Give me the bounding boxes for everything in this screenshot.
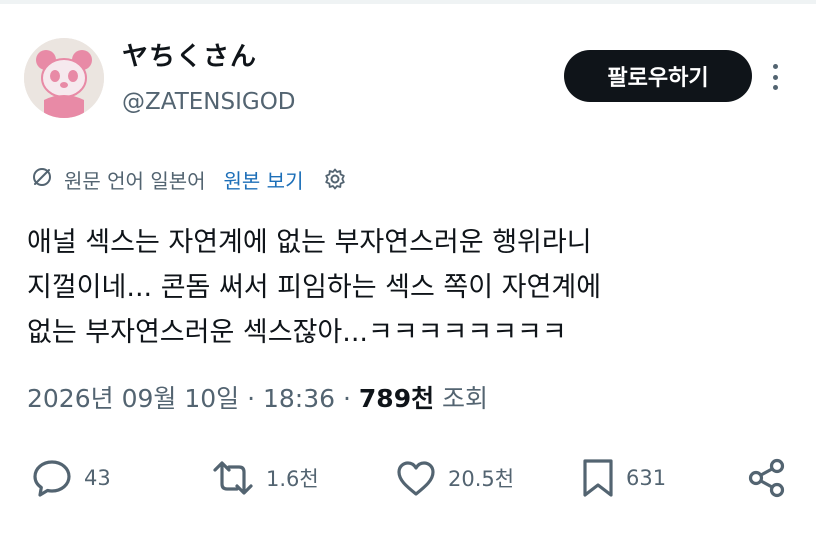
- tweet-date[interactable]: 2026년 09월 10일: [27, 384, 239, 413]
- share-button[interactable]: [746, 456, 788, 500]
- display-name[interactable]: ヤちくさん: [122, 36, 257, 73]
- bookmark-button[interactable]: 631: [580, 456, 666, 500]
- views-count: 789천: [358, 384, 435, 413]
- share-icon: [748, 458, 785, 498]
- reply-count: 43: [84, 466, 111, 490]
- gear-icon[interactable]: [323, 167, 347, 191]
- repost-button[interactable]: 1.6천: [210, 456, 319, 500]
- like-button[interactable]: 20.5천: [394, 456, 514, 500]
- meta-separator: ·: [343, 384, 359, 413]
- reply-icon: [33, 460, 71, 497]
- repost-count: 1.6천: [266, 467, 319, 491]
- more-dots-icon[interactable]: [766, 62, 784, 92]
- bookmark-icon: [583, 459, 613, 497]
- views-label: 조회: [442, 384, 489, 413]
- tweet-body: 애널 섹스는 자연계에 없는 부자연스러운 행위라니 지껄이네... 콘돔 써서…: [27, 220, 797, 355]
- follow-button[interactable]: 팔로우하기: [564, 50, 752, 102]
- tweet-line: 지껄이네... 콘돔 써서 피임하는 섹스 쪽이 자연계에: [27, 272, 602, 303]
- heart-icon: [397, 461, 435, 496]
- bookmark-count: 631: [626, 466, 667, 490]
- user-handle[interactable]: @ZATENSIGOD: [122, 89, 296, 115]
- repost-icon: [213, 461, 253, 495]
- meta-separator: ·: [247, 384, 263, 413]
- no-translate-icon: [30, 165, 54, 193]
- tweet-time[interactable]: 18:36: [263, 384, 335, 413]
- show-original-link[interactable]: 원본 보기: [224, 165, 304, 194]
- top-divider: [0, 0, 816, 4]
- avatar[interactable]: [24, 38, 104, 118]
- reply-button[interactable]: 43: [30, 456, 111, 500]
- tweet-meta: 2026년 09월 10일 · 18:36 · 789천 조회: [27, 379, 488, 415]
- panda-avatar-image: [24, 38, 104, 118]
- like-count: 20.5천: [448, 467, 515, 491]
- tweet-line: 애널 섹스는 자연계에 없는 부자연스러운 행위라니: [27, 227, 592, 258]
- source-language-label: 원문 언어 일본어: [64, 168, 206, 193]
- tweet-line: 없는 부자연스러운 섹스잖아...ㅋㅋㅋㅋㅋㅋㅋㅋ: [27, 317, 567, 348]
- translation-bar: 원문 언어 일본어 원본 보기: [30, 162, 347, 196]
